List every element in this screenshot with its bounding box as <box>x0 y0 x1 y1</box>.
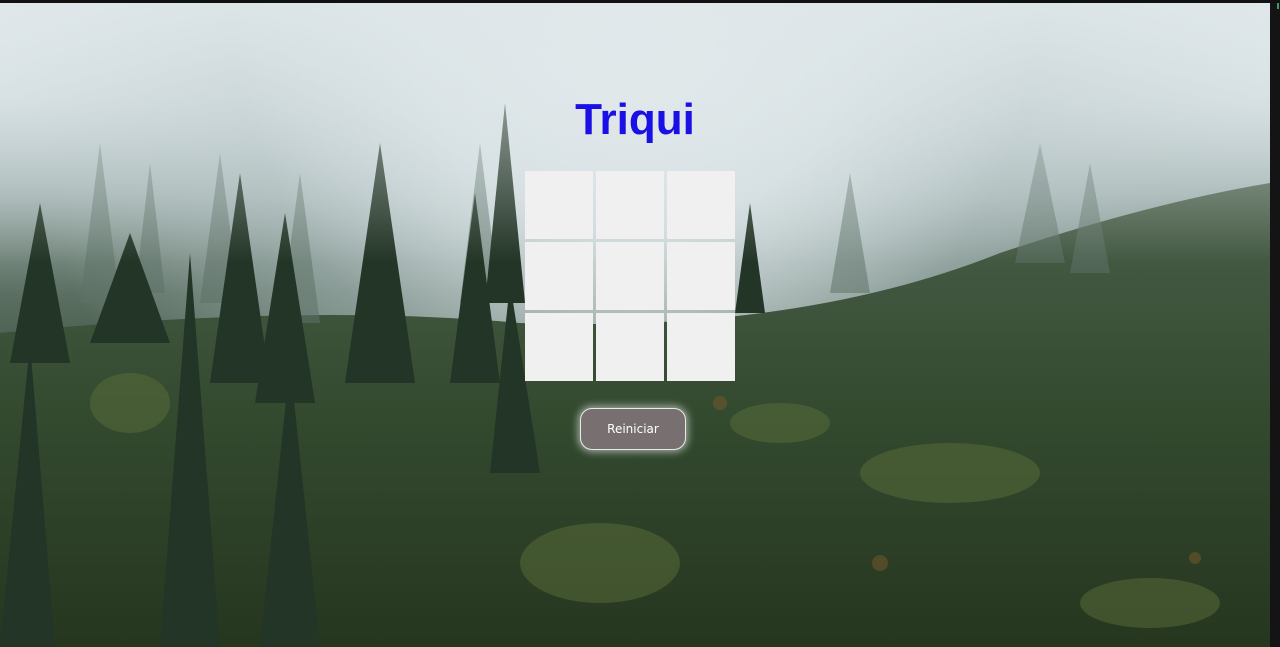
board-cell-7[interactable] <box>525 313 593 381</box>
board-cell-3[interactable] <box>667 171 735 239</box>
tic-tac-toe-board <box>525 171 736 384</box>
board-cell-6[interactable] <box>667 242 735 310</box>
reset-button[interactable]: Reiniciar <box>580 408 686 450</box>
scroll-indicator <box>1277 3 1279 9</box>
page-background: Triqui Reiniciar <box>0 3 1270 647</box>
board-cell-2[interactable] <box>596 171 664 239</box>
board-cell-8[interactable] <box>596 313 664 381</box>
board-cell-4[interactable] <box>525 242 593 310</box>
window-edge <box>1270 3 1280 647</box>
board-cell-9[interactable] <box>667 313 735 381</box>
game-title: Triqui <box>575 95 695 144</box>
board-cell-5[interactable] <box>596 242 664 310</box>
board-cell-1[interactable] <box>525 171 593 239</box>
